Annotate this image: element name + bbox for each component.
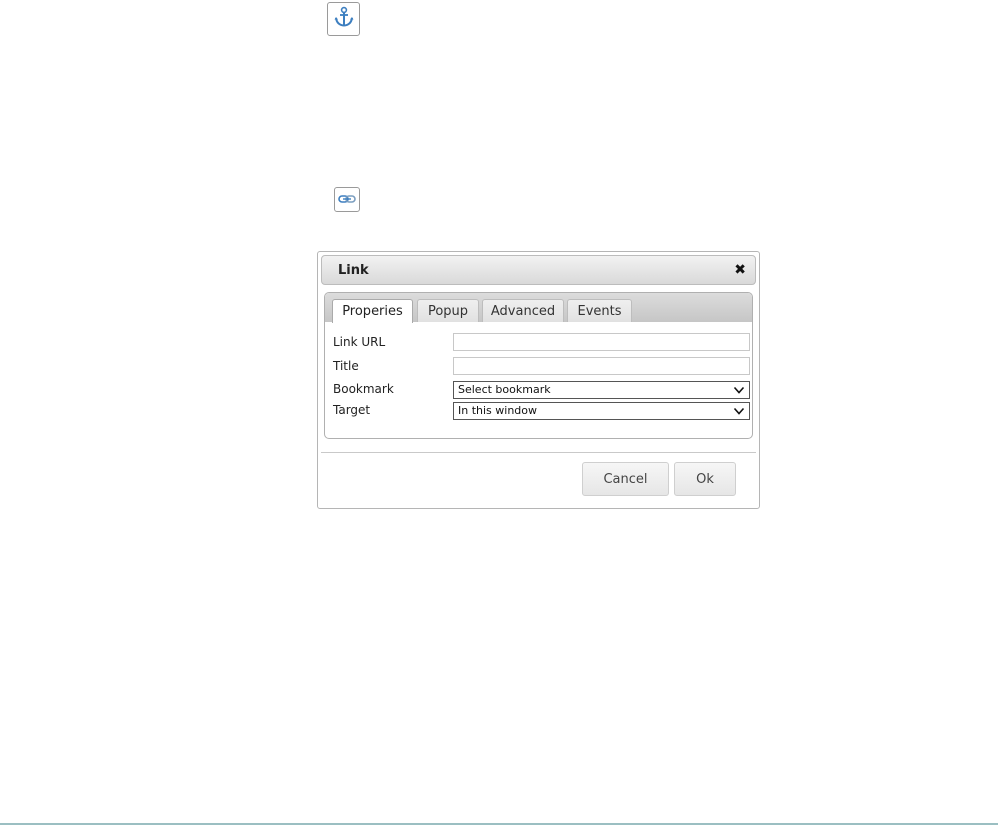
chevron-down-icon	[733, 386, 745, 394]
bookmark-label: Bookmark	[333, 382, 394, 396]
ok-button[interactable]: Ok	[674, 462, 736, 496]
tab-properies[interactable]: Properies	[332, 299, 413, 323]
tab-panel: Properies Popup Advanced Events Link URL…	[324, 292, 753, 439]
tab-popup[interactable]: Popup	[417, 299, 479, 322]
dialog-titlebar[interactable]: Link ✖	[321, 255, 756, 285]
dialog-title: Link	[338, 263, 369, 278]
target-label: Target	[333, 403, 371, 417]
tab-events[interactable]: Events	[567, 299, 632, 322]
link-url-label: Link URL	[333, 335, 386, 349]
anchor-button[interactable]	[327, 2, 360, 36]
close-icon[interactable]: ✖	[734, 262, 746, 278]
title-label: Title	[333, 359, 359, 373]
bottom-divider	[0, 823, 998, 825]
link-url-input[interactable]	[453, 333, 750, 351]
bookmark-select[interactable]: Select bookmark	[453, 381, 750, 399]
target-selected-value: In this window	[458, 404, 538, 417]
bookmark-selected-value: Select bookmark	[458, 383, 551, 396]
title-input[interactable]	[453, 357, 750, 375]
link-dialog: Link ✖ Properies Popup Advanced Events L…	[317, 251, 760, 509]
chevron-down-icon	[733, 407, 745, 415]
dialog-divider	[321, 452, 756, 453]
link-icon	[338, 190, 356, 209]
tab-strip: Properies Popup Advanced Events	[325, 293, 752, 323]
page: Link ✖ Properies Popup Advanced Events L…	[0, 0, 998, 826]
link-button[interactable]	[334, 187, 360, 212]
tab-advanced[interactable]: Advanced	[482, 299, 564, 322]
target-select[interactable]: In this window	[453, 402, 750, 420]
anchor-icon	[333, 6, 355, 32]
cancel-button[interactable]: Cancel	[582, 462, 669, 496]
